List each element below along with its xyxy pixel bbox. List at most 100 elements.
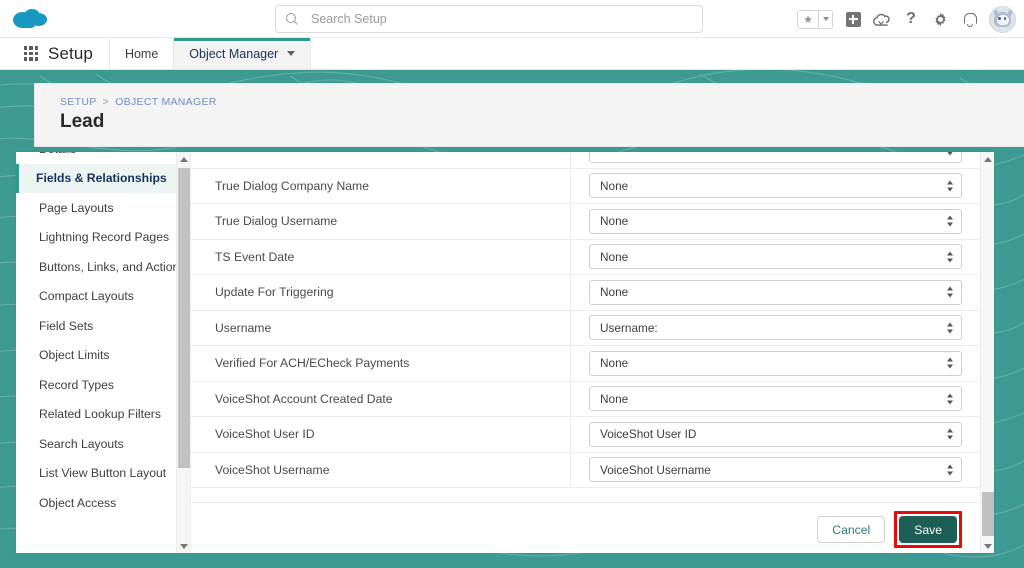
cancel-button[interactable]: Cancel [817, 516, 886, 543]
salesforce-cloud-logo[interactable] [10, 6, 52, 32]
field-label-text: TS Event Date [215, 249, 295, 264]
main-scroll-down-arrow-icon[interactable] [981, 539, 994, 553]
select-spinner-arrows-icon[interactable] [947, 322, 953, 334]
field-mapping-cell: None [571, 381, 980, 417]
favorites-star-icon[interactable]: ★ [798, 10, 818, 28]
sidebar-item-buttons-links-and-actions[interactable]: Buttons, Links, and Actions [16, 252, 190, 282]
main-scrollbar-thumb[interactable] [982, 492, 994, 536]
field-mapping-select[interactable]: None [589, 208, 962, 234]
user-avatar[interactable] [989, 5, 1016, 33]
field-mapping-select[interactable]: None [589, 173, 962, 199]
table-row: VoiceShot User ID VoiceShot User ID [191, 416, 980, 453]
field-mapping-area: True Dialog Company Name None True Dialog … [191, 152, 994, 553]
sidebar-item-related-lookup-filters[interactable]: Related Lookup Filters [16, 400, 190, 430]
main-scroll-up-arrow-icon[interactable] [981, 152, 994, 166]
field-label: VoiceShot Username [191, 452, 571, 488]
field-mapping-select[interactable]: None [589, 350, 962, 376]
scroll-down-arrow-icon[interactable] [177, 539, 190, 553]
breadcrumb-separator: > [102, 96, 109, 108]
tab-home[interactable]: Home [110, 38, 175, 69]
field-mapping-table: True Dialog Company Name None True Dialog … [191, 152, 980, 553]
setup-title: Setup [48, 38, 110, 69]
field-mapping-cell: None [571, 346, 980, 382]
select-spinner-arrows-icon[interactable] [947, 152, 953, 156]
select-spinner-arrows-icon[interactable] [947, 286, 953, 298]
select-spinner-arrows-icon[interactable] [947, 180, 953, 192]
field-mapping-select[interactable]: VoiceShot User ID [589, 421, 962, 447]
save-button[interactable]: Save [899, 516, 957, 543]
sidebar-list: Details Fields & Relationships Page Layout… [16, 152, 190, 518]
table-row: Verified For ACH/ECheck Payments None [191, 345, 980, 382]
search-setup-container[interactable]: Search Setup [275, 5, 703, 33]
notifications-bell-icon[interactable] [960, 10, 978, 28]
field-label: VoiceShot Account Created Date [191, 381, 571, 417]
select-spinner-arrows-icon[interactable] [947, 251, 953, 263]
app-launcher-waffle-icon[interactable] [14, 38, 48, 69]
field-mapping-cell: None [571, 204, 980, 240]
sidebar-item-label: Fields & Relationships [36, 171, 167, 186]
sidebar-item-object-limits[interactable]: Object Limits [16, 341, 190, 371]
sidebar-item-object-access[interactable]: Object Access [16, 488, 190, 518]
select-spinner-arrows-icon[interactable] [947, 393, 953, 405]
tab-object-manager[interactable]: Object Manager [174, 38, 312, 69]
sidebar-item-label: List View Button Layout [39, 466, 167, 481]
sidebar-item-list-view-button-layout[interactable]: List View Button Layout [16, 459, 190, 489]
table-row: TS Event Date None [191, 239, 980, 275]
content-panel: Details Fields & Relationships Page Layout… [16, 152, 994, 553]
sidebar-item-fields-relationships[interactable]: Fields & Relationships [16, 163, 190, 193]
field-mapping-select[interactable]: VoiceShot Username [589, 457, 962, 483]
chevron-down-icon[interactable] [287, 51, 296, 56]
sidebar-item-label: Buttons, Links, and Actions [39, 259, 186, 274]
main-scrollbar[interactable] [980, 152, 994, 553]
setup-cloud-icon[interactable] [873, 12, 891, 26]
search-input-box[interactable]: Search Setup [275, 5, 703, 33]
breadcrumb-object-manager[interactable]: OBJECT MANAGER [115, 96, 216, 108]
field-mapping-select[interactable]: None [589, 279, 962, 305]
settings-gear-icon[interactable] [931, 10, 949, 28]
global-header: Search Setup ★ ? [0, 0, 1024, 38]
sidebar-item-label: Page Layouts [39, 200, 114, 215]
breadcrumb: SETUP > OBJECT MANAGER [60, 96, 217, 108]
field-mapping-cell: VoiceShot User ID [571, 417, 980, 453]
field-mapping-select[interactable]: None [589, 386, 962, 412]
field-mapping-select[interactable] [589, 152, 962, 163]
search-placeholder: Search Setup [311, 12, 387, 26]
save-button-highlight: Save [894, 511, 962, 548]
help-question-icon[interactable]: ? [902, 10, 920, 28]
select-spinner-arrows-icon[interactable] [947, 357, 953, 369]
select-spinner-arrows-icon[interactable] [947, 428, 953, 440]
salesforce-setup-page: Search Setup ★ ? Setup Home Object Manag… [0, 0, 1024, 568]
sidebar-item-page-layouts[interactable]: Page Layouts [16, 193, 190, 223]
favorites-control[interactable]: ★ [797, 9, 833, 29]
field-mapping-cell [571, 152, 980, 168]
field-mapping-select[interactable]: None [589, 244, 962, 270]
global-actions-plus-icon[interactable] [844, 10, 862, 28]
field-label: Username [191, 310, 571, 346]
field-mapping-cell: Username: [571, 310, 980, 346]
sidebar-item-details[interactable]: Details [16, 152, 190, 164]
sidebar-item-search-layouts[interactable]: Search Layouts [16, 429, 190, 459]
table-row: Update For Triggering None [191, 274, 980, 311]
field-mapping-select[interactable]: Username: [589, 315, 962, 341]
field-mapping-cell: VoiceShot Username [571, 452, 980, 488]
field-mapping-select-value: None [600, 214, 629, 229]
sidebar-scrollbar[interactable] [176, 152, 190, 553]
sidebar-item-label: Compact Layouts [39, 289, 134, 304]
sidebar-item-label: Search Layouts [39, 436, 124, 451]
sidebar-item-field-sets[interactable]: Field Sets [16, 311, 190, 341]
sidebar-item-lightning-record-pages[interactable]: Lightning Record Pages [16, 223, 190, 253]
select-spinner-arrows-icon[interactable] [947, 464, 953, 476]
sidebar-item-compact-layouts[interactable]: Compact Layouts [16, 282, 190, 312]
field-label-text: Update For Triggering [215, 285, 334, 300]
field-label: Verified For ACH/ECheck Payments [191, 345, 571, 381]
sidebar-item-record-types[interactable]: Record Types [16, 370, 190, 400]
field-mapping-select-value: VoiceShot User ID [600, 427, 697, 442]
breadcrumb-setup[interactable]: SETUP [60, 96, 96, 108]
sidebar-item-label: Lightning Record Pages [39, 230, 170, 245]
scroll-up-arrow-icon[interactable] [177, 152, 190, 166]
sidebar-scrollbar-thumb[interactable] [178, 168, 190, 468]
favorites-dropdown-caret-icon[interactable] [818, 10, 832, 28]
field-label: VoiceShot User ID [191, 416, 571, 452]
tab-home-label: Home [124, 46, 159, 61]
select-spinner-arrows-icon[interactable] [947, 215, 953, 227]
